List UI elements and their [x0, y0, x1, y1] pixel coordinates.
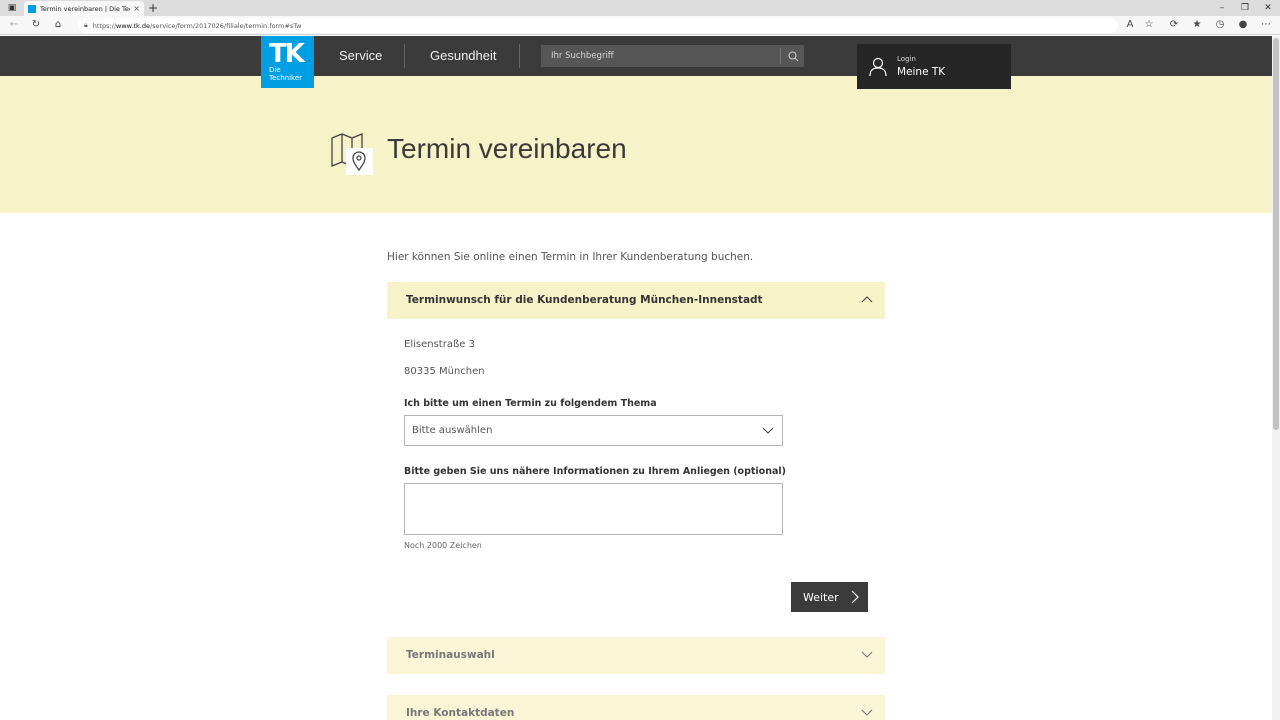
logo-brand-line2: Techniker	[269, 74, 303, 82]
weiter-button[interactable]: Weiter	[791, 582, 868, 612]
url-prefix: https://	[92, 21, 117, 30]
browser-toolbar: ← ↻ ⌂ 🔒︎ https://www.tk.de/service/form/…	[0, 16, 1280, 35]
meine-tk-label: Meine TK	[897, 66, 946, 78]
chevron-up-icon	[861, 296, 873, 303]
weiter-label: Weiter	[803, 590, 839, 604]
refresh-extension-icon[interactable]: ⟳	[1168, 19, 1180, 31]
close-tab-icon[interactable]: ×	[133, 4, 140, 13]
info-label: Bitte geben Sie uns nähere Informationen…	[404, 466, 786, 477]
scrollbar-thumb[interactable]	[1273, 38, 1279, 430]
topic-select[interactable]: Bitte auswählen	[404, 415, 783, 446]
chevron-down-icon	[861, 651, 873, 658]
profile-icon[interactable]: ●	[1237, 19, 1249, 31]
logo-brand: Die Techniker	[269, 66, 302, 82]
chevron-down-icon	[762, 427, 774, 434]
search-divider	[780, 48, 781, 64]
chevron-down-icon	[861, 709, 873, 716]
panel-terminwunsch-header[interactable]: Terminwunsch für die Kundenberatung Münc…	[387, 282, 885, 319]
browser-tab[interactable]: Termin vereinbaren | Die Technik ×	[24, 1, 144, 16]
tk-favicon-icon	[28, 4, 36, 13]
login-button[interactable]: Login Meine TK	[857, 44, 1011, 89]
panel-terminauswahl-header[interactable]: Terminauswahl	[387, 637, 885, 674]
browser-tab-title: Termin vereinbaren | Die Technik	[40, 4, 130, 13]
minimize-icon[interactable]: –	[1216, 2, 1228, 14]
more-menu-icon[interactable]: ⋯	[1260, 19, 1272, 31]
url-host: www.tk.de	[116, 21, 150, 30]
lock-icon: 🔒︎	[84, 21, 88, 29]
read-aloud-icon[interactable]: A	[1124, 19, 1136, 31]
page-scrollbar[interactable]	[1272, 36, 1280, 720]
close-window-icon[interactable]: ✕	[1262, 2, 1274, 14]
panel-terminwunsch-title: Terminwunsch für die Kundenberatung Münc…	[406, 294, 763, 306]
branch-street: Elisenstraße 3	[404, 339, 475, 350]
logo-brand-line1: Die	[269, 66, 281, 74]
tk-logo[interactable]: TK Die Techniker	[261, 36, 314, 88]
back-icon[interactable]: ←	[8, 19, 20, 31]
favorites-icon[interactable]: ★	[1191, 19, 1203, 31]
nav-gesundheit[interactable]: Gesundheit	[430, 48, 497, 63]
nav-separator	[404, 44, 405, 68]
search-box	[541, 45, 804, 67]
nav-service[interactable]: Service	[339, 48, 382, 63]
url-path: /service/form/2017026/filiale/termin.for…	[149, 21, 302, 30]
address-bar[interactable]: 🔒︎ https://www.tk.de/service/form/201702…	[78, 18, 1118, 33]
search-button[interactable]	[782, 45, 804, 67]
chevron-right-icon	[851, 590, 859, 604]
login-label: Login	[897, 55, 916, 63]
map-pin-icon	[331, 133, 373, 175]
restore-icon[interactable]: ❐	[1239, 2, 1251, 14]
char-counter: Noch 2000 Zeichen	[404, 541, 482, 550]
search-icon	[788, 51, 798, 61]
panel-kontaktdaten-title: Ihre Kontaktdaten	[406, 707, 515, 719]
history-icon[interactable]: ◷	[1214, 19, 1226, 31]
nav-separator	[519, 44, 520, 68]
panel-terminauswahl-title: Terminauswahl	[406, 649, 495, 661]
new-tab-button[interactable]: +	[148, 1, 158, 15]
user-icon	[869, 57, 887, 77]
reload-icon[interactable]: ↻	[30, 19, 42, 31]
page-title: Termin vereinbaren	[387, 133, 627, 164]
favorites-add-icon[interactable]: ☆	[1143, 19, 1155, 31]
topic-label: Ich bitte um einen Termin zu folgendem T…	[404, 398, 657, 409]
browser-tabbar: ▣ Termin vereinbaren | Die Technik × + –…	[0, 0, 1280, 16]
intro-text: Hier können Sie online einen Termin in I…	[387, 251, 754, 263]
branch-city: 80335 München	[404, 366, 485, 377]
search-input[interactable]	[541, 45, 779, 67]
topic-select-value: Bitte auswählen	[412, 425, 493, 436]
tab-actions-icon[interactable]: ▣	[6, 2, 18, 14]
home-icon[interactable]: ⌂	[52, 19, 64, 31]
info-textarea[interactable]	[404, 483, 783, 535]
panel-kontaktdaten-header[interactable]: Ihre Kontaktdaten	[387, 695, 885, 720]
hero-banner	[0, 76, 1272, 213]
logo-mark: TK	[269, 39, 305, 69]
